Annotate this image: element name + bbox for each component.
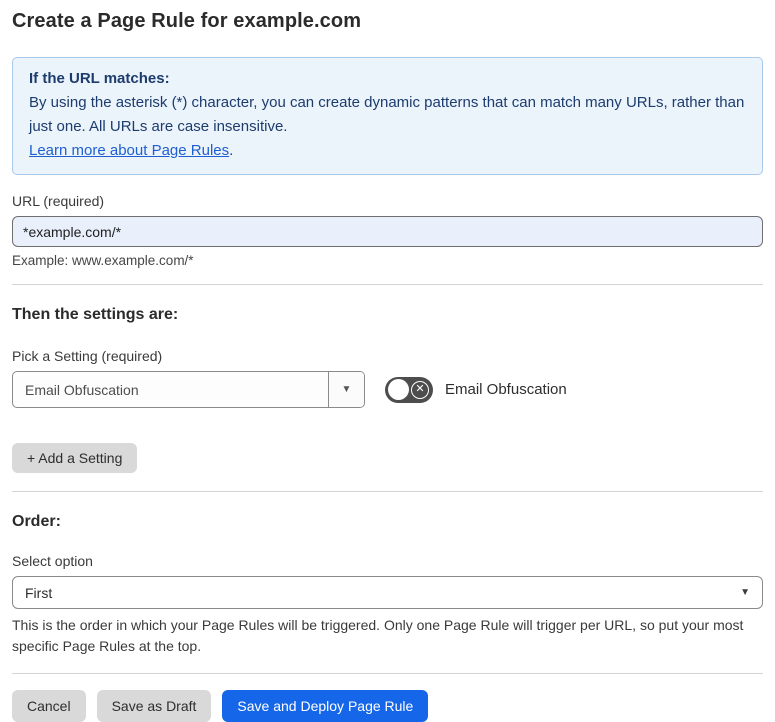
toggle-off-x-icon: ✕ [411, 380, 429, 399]
link-suffix: . [229, 142, 234, 159]
divider [12, 673, 763, 674]
setting-row: Email Obfuscation ▼ ✕ Email Obfuscation [12, 371, 763, 408]
url-match-info-box: If the URL matches: By using the asteris… [12, 57, 763, 175]
divider [12, 284, 763, 285]
order-select-label: Select option [12, 553, 93, 569]
chevron-down-icon: ▼ [341, 384, 352, 395]
setting-dropdown-value: Email Obfuscation [25, 381, 139, 398]
toggle-knob [388, 379, 409, 400]
url-field-label: URL (required) [12, 193, 105, 209]
setting-dropdown-arrow-button[interactable]: ▼ [328, 372, 364, 407]
actions-row: Cancel Save as Draft Save and Deploy Pag… [12, 690, 763, 722]
info-box-body: By using the asterisk (*) character, you… [29, 94, 745, 135]
setting-dropdown[interactable]: Email Obfuscation ▼ [12, 371, 365, 408]
info-box-heading: If the URL matches: [29, 70, 170, 87]
save-and-deploy-button[interactable]: Save and Deploy Page Rule [222, 690, 429, 722]
order-select[interactable]: First ▼ [12, 576, 763, 609]
cancel-button[interactable]: Cancel [12, 690, 86, 722]
info-box-link-line: Learn more about Page Rules. [29, 139, 746, 163]
email-obfuscation-toggle[interactable]: ✕ [385, 376, 433, 403]
toggle-label: Email Obfuscation [445, 381, 567, 398]
add-setting-button[interactable]: + Add a Setting [12, 443, 138, 473]
url-input[interactable] [12, 216, 763, 247]
pick-setting-label: Pick a Setting (required) [12, 348, 163, 364]
learn-more-link[interactable]: Learn more about Page Rules [29, 142, 229, 159]
page-title: Create a Page Rule for example.com [12, 10, 362, 32]
settings-section-heading: Then the settings are: [12, 306, 179, 323]
order-help-text: This is the order in which your Page Rul… [12, 617, 744, 654]
save-as-draft-button[interactable]: Save as Draft [96, 690, 212, 722]
chevron-down-icon: ▼ [740, 587, 750, 598]
order-section-heading: Order: [12, 513, 61, 530]
url-example-text: Example: www.example.com/* [12, 253, 194, 268]
divider [12, 491, 763, 492]
order-select-value: First [25, 584, 53, 601]
